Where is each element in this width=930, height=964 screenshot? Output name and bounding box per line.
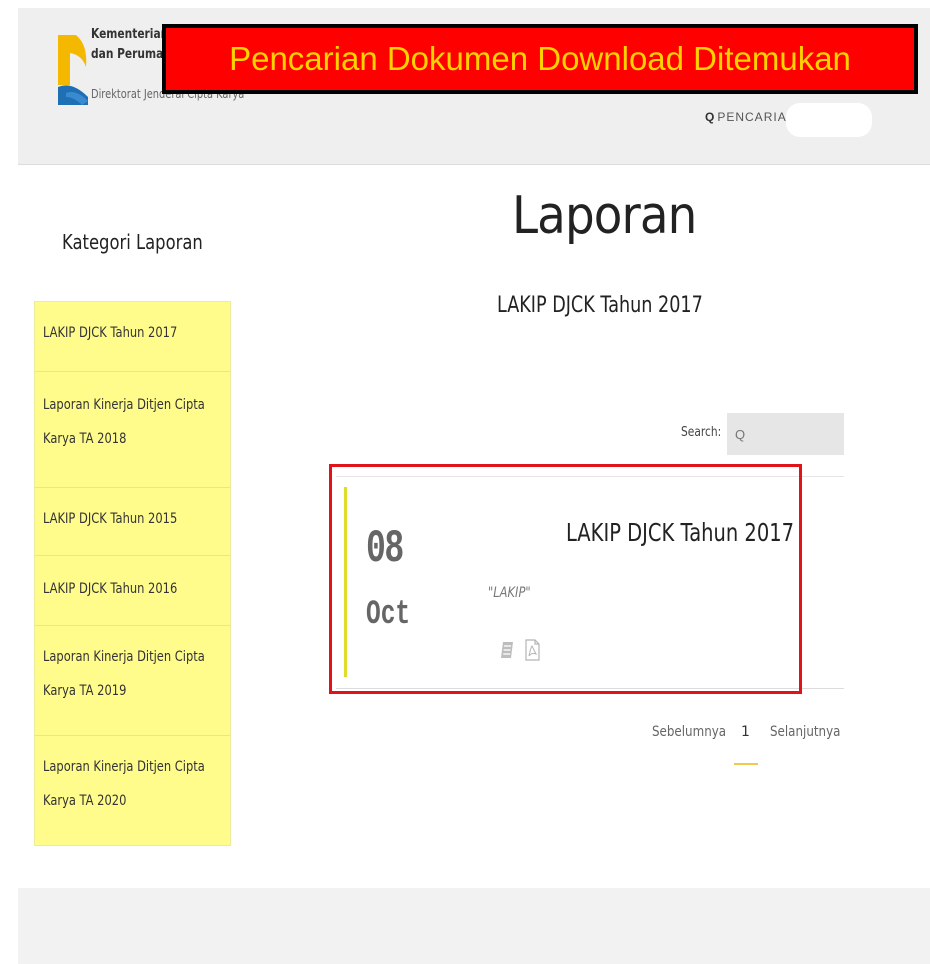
notification-banner: Pencarian Dokumen Download Ditemukan: [162, 24, 918, 94]
result-accent-bar: [344, 487, 347, 677]
category-sidebar: LAKIP DJCK Tahun 2017 Laporan Kinerja Di…: [34, 301, 231, 846]
result-divider-bottom: [336, 688, 844, 689]
sidebar-item-kinerja-2020[interactable]: Laporan Kinerja Ditjen Cipta Karya TA 20…: [35, 736, 230, 845]
search-link-label: PENCARIAN: [717, 110, 797, 124]
document-icon[interactable]: [500, 641, 514, 659]
sidebar-item-lakip-2017[interactable]: LAKIP DJCK Tahun 2017: [35, 302, 230, 372]
sidebar-item-kinerja-2019[interactable]: Laporan Kinerja Ditjen Cipta Karya TA 20…: [35, 626, 230, 736]
sidebar-item-lakip-2016[interactable]: LAKIP DJCK Tahun 2016: [35, 556, 230, 626]
section-subtitle: LAKIP DJCK Tahun 2017: [497, 293, 703, 318]
search-link[interactable]: Q PENCARIAN: [705, 110, 796, 124]
pdf-icon[interactable]: [525, 639, 540, 661]
pupr-logo-icon[interactable]: [58, 35, 88, 105]
page-title: Laporan: [512, 186, 697, 246]
result-date-day: 08: [366, 523, 404, 575]
result-divider-top: [336, 476, 844, 477]
table-search-label: Search:: [681, 425, 722, 440]
result-title-link[interactable]: LAKIP DJCK Tahun 2017: [566, 518, 794, 547]
sidebar-item-label: LAKIP DJCK Tahun 2015: [43, 511, 178, 527]
sidebar-item-lakip-2015[interactable]: LAKIP DJCK Tahun 2015: [35, 488, 230, 556]
pagination-next-button[interactable]: Selanjutnya: [770, 724, 840, 740]
result-tag: "LAKIP": [488, 585, 531, 601]
sidebar-item-label: Laporan Kinerja Ditjen Cipta Karya TA 20…: [43, 649, 205, 699]
pagination-active-indicator: [734, 763, 758, 765]
pagination-prev-button[interactable]: Sebelumnya: [652, 724, 726, 740]
sidebar-item-kinerja-2018[interactable]: Laporan Kinerja Ditjen Cipta Karya TA 20…: [35, 372, 230, 488]
table-search-input[interactable]: [727, 413, 844, 455]
sidebar-item-label: LAKIP DJCK Tahun 2016: [43, 581, 178, 597]
search-icon: Q: [705, 110, 716, 124]
result-date-month: Oct: [366, 596, 411, 634]
sidebar-title: Kategori Laporan: [62, 230, 203, 254]
sidebar-item-label: Laporan Kinerja Ditjen Cipta Karya TA 20…: [43, 397, 205, 447]
sidebar-item-label: LAKIP DJCK Tahun 2017: [43, 325, 178, 341]
sidebar-item-label: Laporan Kinerja Ditjen Cipta Karya TA 20…: [43, 759, 205, 809]
header-search-input[interactable]: [786, 103, 872, 137]
site-footer: [18, 888, 930, 964]
pagination-page-1[interactable]: 1: [741, 724, 750, 740]
